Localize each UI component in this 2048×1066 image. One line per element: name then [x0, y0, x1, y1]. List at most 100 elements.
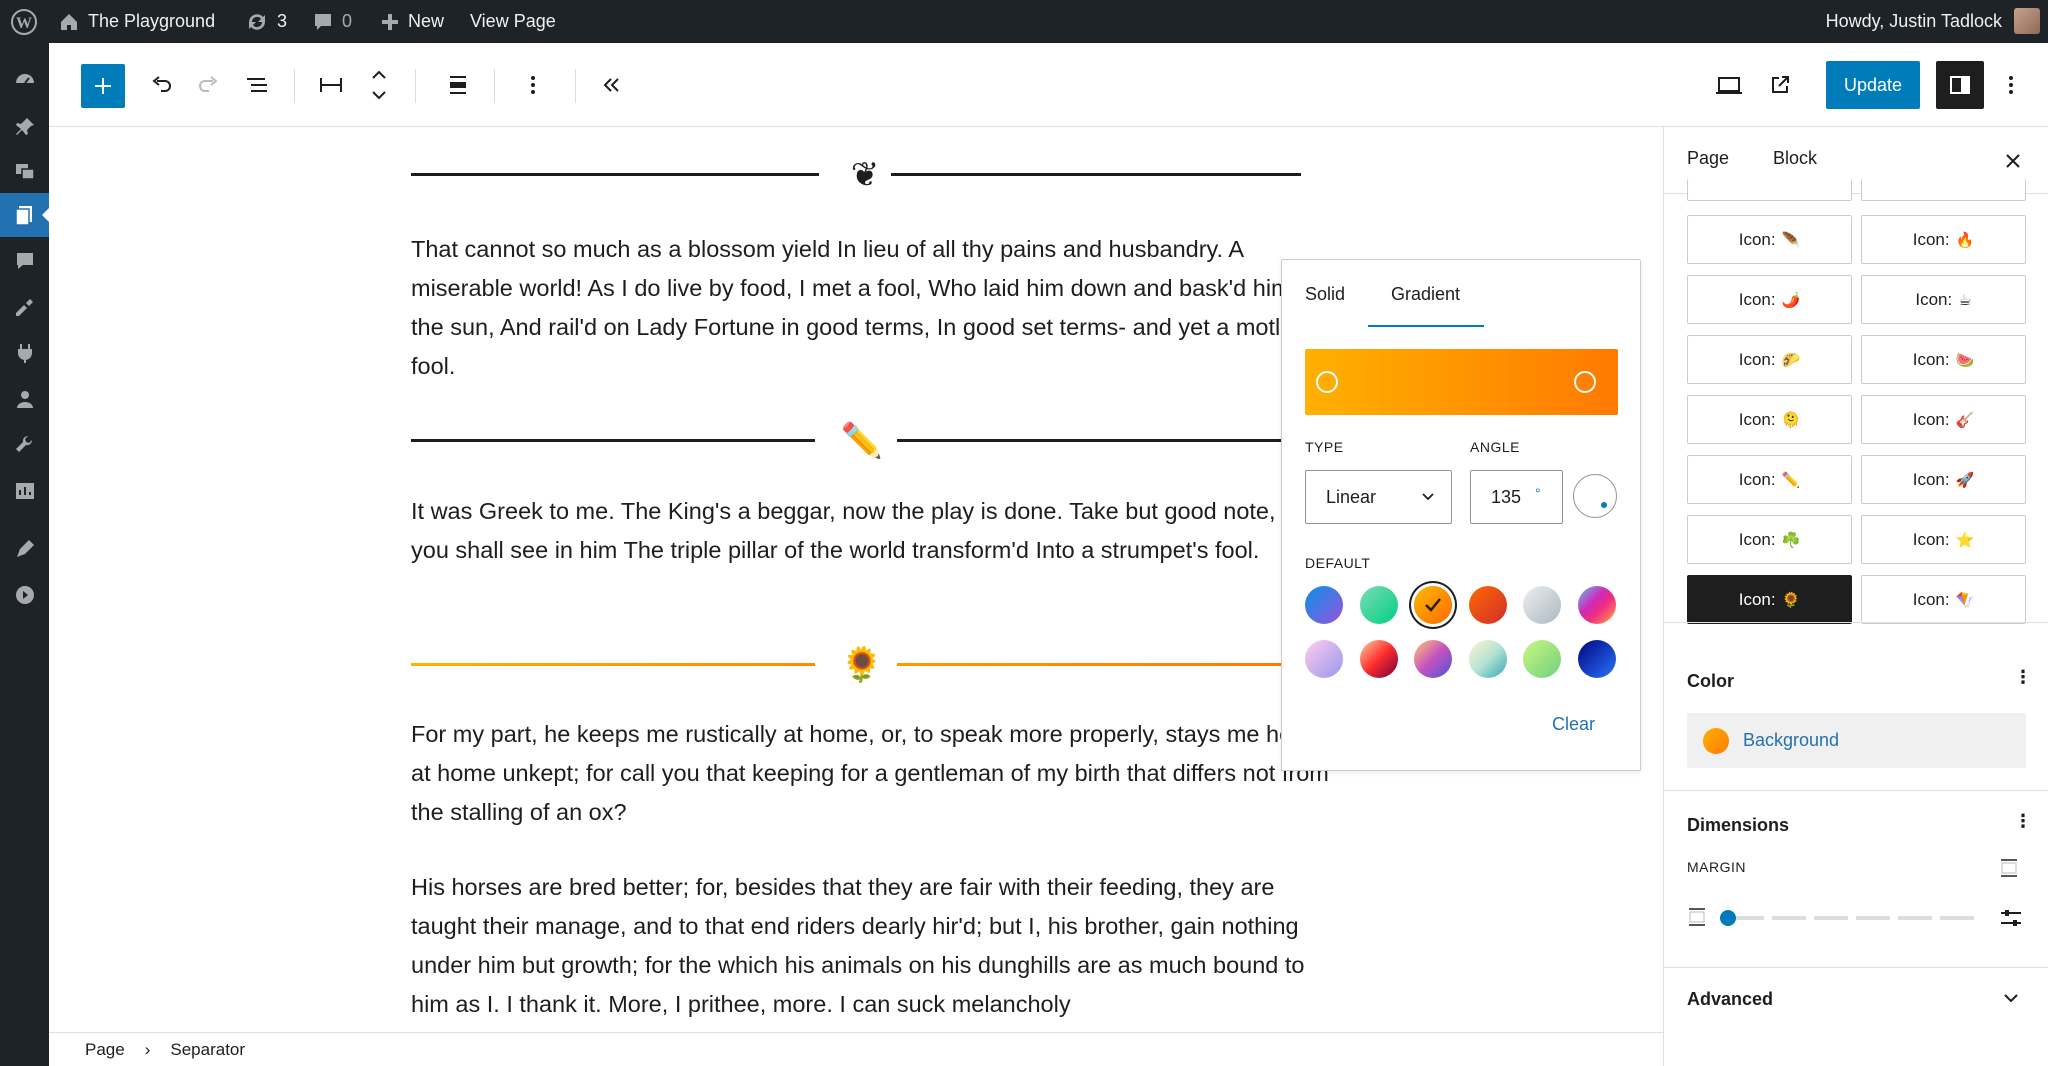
toolbar-divider: [415, 69, 416, 103]
avatar[interactable]: [2014, 8, 2040, 34]
gradient-swatch-luminous-dusk[interactable]: [1414, 640, 1452, 678]
angle-dial[interactable]: [1573, 474, 1617, 518]
gradient-swatch-luminous-vivid-amber-to-luminous-vivid-orange[interactable]: [1414, 586, 1452, 624]
icon-option-button[interactable]: Icon: 🚀: [1861, 455, 2026, 504]
icon-option-button[interactable]: Icon: 🌮: [1687, 335, 1852, 384]
account-menu[interactable]: Howdy, Justin Tadlock: [1826, 0, 2002, 43]
gradient-swatch-cool-to-warm-spectrum[interactable]: [1577, 586, 1616, 624]
block-type-button[interactable]: [310, 64, 352, 106]
move-up-down-button[interactable]: [358, 64, 400, 106]
home-icon: [61, 13, 77, 30]
breadcrumb-page[interactable]: Page: [85, 1040, 125, 1060]
icon-option-button[interactable]: Icon: 🪁: [1861, 575, 2026, 624]
gradient-stop-handle[interactable]: [1316, 371, 1338, 393]
document-overview-button[interactable]: [236, 64, 278, 106]
new-content-link[interactable]: New: [380, 0, 444, 43]
link-sides-icon[interactable]: [1999, 856, 2019, 885]
icon-option-button[interactable]: Icon: 🌻: [1687, 575, 1852, 624]
chevron-down-icon[interactable]: [2002, 989, 2020, 1012]
view-page-button[interactable]: [1759, 64, 1801, 106]
gradient-swatch-blush-bordeaux[interactable]: [1359, 640, 1398, 678]
tab-solid[interactable]: Solid: [1305, 284, 1345, 305]
gradient-preview-bar[interactable]: [1305, 349, 1618, 415]
comments-menu-icon[interactable]: [0, 239, 49, 283]
gradient-swatch-very-light-gray-to-cyan-bluish-gray[interactable]: [1523, 586, 1561, 624]
settings-toggle-button[interactable]: [1936, 61, 1984, 109]
tools-icon[interactable]: [0, 423, 49, 467]
angle-input[interactable]: 135 °: [1470, 470, 1563, 524]
paragraph-block[interactable]: His horses are bred better; for, besides…: [411, 868, 1331, 1024]
gradient-swatch-electric-grass[interactable]: [1523, 640, 1561, 678]
separator-block[interactable]: ✏️: [411, 415, 1301, 467]
icon-option-label: Icon:: [1738, 349, 1776, 369]
paragraph-block[interactable]: For my part, he keeps me rustically at h…: [411, 715, 1331, 832]
icon-option-button[interactable]: Icon: 🌶️: [1687, 275, 1852, 324]
clear-button[interactable]: Clear: [1552, 714, 1595, 735]
icon-option-button[interactable]: Icon: 🎸: [1861, 395, 2026, 444]
undo-button[interactable]: [140, 64, 182, 106]
gradient-swatch-vivid-cyan-blue-to-vivid-purple[interactable]: [1305, 586, 1343, 624]
background-color-button[interactable]: Background: [1687, 713, 2026, 768]
tab-block[interactable]: Block: [1773, 148, 1817, 169]
redo-button[interactable]: [188, 64, 230, 106]
paragraph-block[interactable]: That cannot so much as a blossom yield I…: [411, 230, 1331, 386]
custom-size-icon[interactable]: [1999, 907, 2023, 934]
icon-option-button[interactable]: Icon: 🔥: [1861, 215, 2026, 264]
updates-link[interactable]: 3: [245, 0, 287, 43]
icon-option-label: Icon:: [1738, 289, 1776, 309]
icon-option-button[interactable]: Icon: ☕: [1861, 275, 2026, 324]
collapse-toolbar-button[interactable]: [590, 64, 632, 106]
icon-option-button[interactable]: Icon: ☘️: [1687, 515, 1852, 564]
toolbar-divider: [494, 69, 495, 103]
icon-option-label: Icon:: [1738, 529, 1776, 549]
separator-block-selected[interactable]: 🌻: [411, 639, 1301, 691]
media-icon[interactable]: [0, 149, 49, 193]
block-options-button[interactable]: [512, 64, 554, 106]
gradient-swatch-blush-light-purple[interactable]: [1305, 640, 1343, 678]
wordpress-logo-icon[interactable]: W: [10, 0, 38, 43]
users-icon[interactable]: [0, 377, 49, 421]
icon-option-button[interactable]: Icon: 🫠: [1687, 395, 1852, 444]
pin-icon[interactable]: [0, 105, 49, 149]
separator-block[interactable]: ❦: [411, 149, 1301, 201]
background-label: Background: [1743, 730, 1840, 750]
icon-option-button[interactable]: Icon: ✏️: [1687, 455, 1852, 504]
align-button[interactable]: [437, 64, 479, 106]
icon-option-button[interactable]: [1861, 179, 2026, 201]
icon-option-button[interactable]: [1687, 179, 1852, 201]
close-sidebar-button[interactable]: [1997, 145, 2029, 177]
icon-option-button[interactable]: Icon: 🪶: [1687, 215, 1852, 264]
tab-gradient[interactable]: Gradient: [1391, 284, 1460, 305]
icon-option-button[interactable]: Icon: ⭐: [1861, 515, 2026, 564]
update-button[interactable]: Update: [1826, 61, 1920, 109]
gradient-swatch-light-green-cyan-to-vivid-green-cyan[interactable]: [1359, 586, 1398, 624]
appearance-icon[interactable]: [0, 285, 49, 329]
angle-unit: °: [1535, 485, 1541, 501]
preview-device-button[interactable]: [1708, 64, 1750, 106]
collapse-menu-icon[interactable]: [0, 573, 49, 617]
settings-icon[interactable]: [0, 469, 49, 513]
view-page-link[interactable]: View Page: [470, 0, 556, 43]
block-inserter-button[interactable]: [81, 64, 125, 108]
gradient-swatch-luminous-vivid-orange-to-vivid-red[interactable]: [1468, 586, 1507, 624]
gradient-type-select[interactable]: Linear: [1305, 470, 1452, 524]
tab-page[interactable]: Page: [1687, 148, 1729, 169]
paragraph-block[interactable]: It was Greek to me. The King's a beggar,…: [411, 492, 1331, 570]
site-name-link[interactable]: The Playground: [58, 0, 215, 43]
comments-link[interactable]: 0: [312, 0, 352, 43]
color-panel-options-icon[interactable]: ⋮: [2014, 667, 2032, 688]
icon-option-button[interactable]: Icon: 🍉: [1861, 335, 2026, 384]
plugins-icon[interactable]: [0, 331, 49, 375]
dashboard-icon[interactable]: [0, 60, 49, 104]
gradient-swatch-midnight[interactable]: [1577, 640, 1616, 678]
dimensions-panel-options-icon[interactable]: ⋮: [2014, 811, 2032, 832]
separator-emoji: 🌻: [840, 646, 884, 684]
options-button[interactable]: [1990, 64, 2032, 106]
active-tab-indicator: [1368, 325, 1484, 327]
pages-icon[interactable]: [0, 193, 50, 237]
margin-slider-thumb[interactable]: [1720, 910, 1736, 926]
custom-plugin-icon[interactable]: [0, 527, 49, 571]
gradient-stop-handle[interactable]: [1574, 371, 1596, 393]
advanced-panel-title[interactable]: Advanced: [1687, 989, 1773, 1010]
gradient-swatch-pale-ocean[interactable]: [1468, 640, 1507, 678]
